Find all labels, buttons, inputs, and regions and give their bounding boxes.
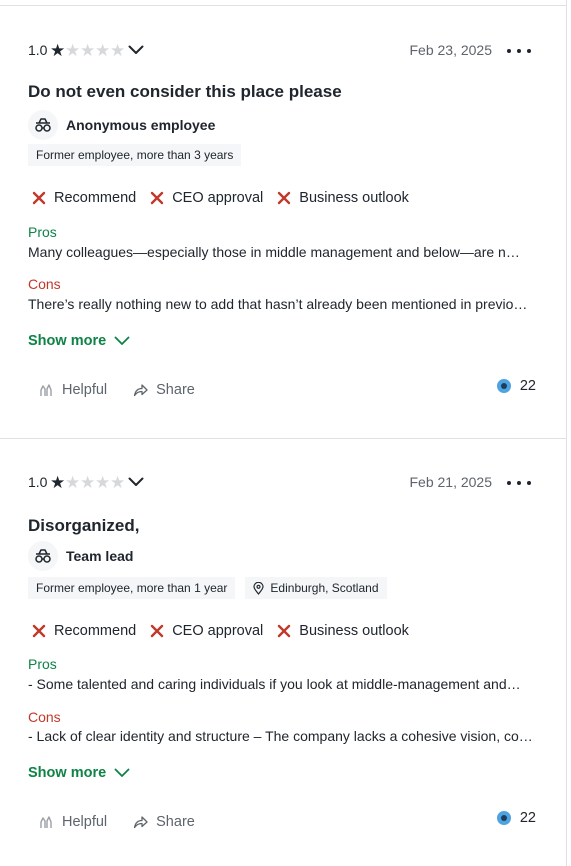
review-title[interactable]: Disorganized, <box>28 516 139 536</box>
cons-text: - Lack of clear identity and structure –… <box>28 728 534 744</box>
reaction-count[interactable]: 22 <box>496 810 536 826</box>
chevron-down-icon[interactable] <box>128 477 144 487</box>
ceo-approval-label: CEO approval <box>172 190 264 206</box>
employment-status-tag: Former employee, more than 3 years <box>28 144 242 166</box>
star-icon: ★ <box>95 472 111 492</box>
helpful-label: Helpful <box>62 382 108 398</box>
helpful-hands-icon <box>40 384 52 396</box>
sub-ratings: Recommend CEO approval Business outlook <box>32 621 423 641</box>
recommend-label: Recommend <box>54 190 137 206</box>
business-outlook-label: Business outlook <box>299 190 409 206</box>
reaction-count-value: 22 <box>519 378 536 394</box>
helpful-hands-icon <box>40 816 52 828</box>
employee-avatar-icon <box>28 110 58 140</box>
ceo-approval-label: CEO approval <box>172 623 264 639</box>
cons-heading: Cons <box>28 709 61 725</box>
ceo-approval-rating: CEO approval <box>150 623 263 639</box>
business-outlook-label: Business outlook <box>299 623 409 639</box>
share-icon <box>133 816 148 829</box>
rating-row[interactable]: 1.0 ★ ★ ★ ★ ★ <box>28 472 144 492</box>
star-icon: ★ <box>110 40 126 60</box>
employment-status-tag: Former employee, more than 1 year <box>28 577 236 599</box>
review-date: Feb 21, 2025 <box>409 474 492 490</box>
x-mark-icon <box>32 624 46 638</box>
author-row: Anonymous employee <box>28 110 215 140</box>
star-icon: ★ <box>80 472 96 492</box>
star-rating: ★ ★ ★ ★ ★ <box>50 42 125 59</box>
star-icon: ★ <box>80 40 96 60</box>
chevron-down-icon <box>114 768 130 777</box>
helpful-button[interactable]: Helpful <box>38 382 107 398</box>
review-card: 1.0 ★ ★ ★ ★ ★ Feb 21, 2025 Disorganized,… <box>0 438 567 866</box>
star-rating: ★ ★ ★ ★ ★ <box>50 474 125 491</box>
cons-heading: Cons <box>28 276 61 292</box>
reaction-count[interactable]: 22 <box>496 378 536 394</box>
share-label: Share <box>156 382 195 398</box>
reviews-panel: 1.0 ★ ★ ★ ★ ★ Feb 23, 2025 Do not even c… <box>0 0 567 866</box>
review-card: 1.0 ★ ★ ★ ★ ★ Feb 23, 2025 Do not even c… <box>0 6 567 438</box>
star-icon: ★ <box>65 40 81 60</box>
rating-number: 1.0 <box>28 42 48 58</box>
helpful-button[interactable]: Helpful <box>38 814 107 830</box>
recommend-label: Recommend <box>54 623 137 639</box>
show-more-label: Show more <box>28 333 107 349</box>
x-mark-icon <box>151 191 164 205</box>
ceo-approval-rating: CEO approval <box>150 190 263 206</box>
show-more-label: Show more <box>28 765 107 781</box>
review-actions: Helpful Share <box>38 380 221 400</box>
employee-avatar-icon <box>28 541 58 571</box>
review-title[interactable]: Do not even consider this place please <box>28 82 342 102</box>
reaction-count-value: 22 <box>519 810 536 826</box>
author-title: Team lead <box>66 548 134 564</box>
rating-row[interactable]: 1.0 ★ ★ ★ ★ ★ <box>28 40 144 60</box>
pros-text: - Some talented and caring individuals i… <box>28 676 521 692</box>
location-label: Edinburgh, Scotland <box>270 581 379 595</box>
star-icon: ★ <box>50 472 66 492</box>
more-options-button[interactable] <box>507 475 531 491</box>
sub-ratings: Recommend CEO approval Business outlook <box>32 188 423 208</box>
author-title: Anonymous employee <box>66 117 216 133</box>
pros-heading: Pros <box>28 656 57 672</box>
recommend-rating: Recommend <box>32 190 136 206</box>
x-mark-icon <box>278 191 291 205</box>
star-icon: ★ <box>65 472 81 492</box>
x-mark-icon <box>151 624 164 638</box>
location-tag: Edinburgh, Scotland <box>245 577 387 599</box>
star-icon: ★ <box>50 40 66 60</box>
star-icon: ★ <box>110 472 126 492</box>
chevron-down-icon[interactable] <box>128 45 144 55</box>
employment-tags: Former employee, more than 3 years <box>28 144 251 166</box>
helpful-label: Helpful <box>62 814 108 830</box>
author-row: Team lead <box>28 541 133 571</box>
x-mark-icon <box>278 624 291 638</box>
more-options-button[interactable] <box>507 43 531 59</box>
chevron-down-icon <box>114 336 130 345</box>
review-date: Feb 23, 2025 <box>409 42 492 58</box>
star-icon: ★ <box>95 40 111 60</box>
location-pin-icon <box>253 581 265 595</box>
pros-heading: Pros <box>28 224 57 240</box>
employment-tags: Former employee, more than 1 year Edinbu… <box>28 577 397 599</box>
business-outlook-rating: Business outlook <box>277 623 409 639</box>
recommend-rating: Recommend <box>32 623 136 639</box>
rating-number: 1.0 <box>28 474 48 490</box>
x-mark-icon <box>32 191 46 205</box>
reaction-icon <box>496 811 511 825</box>
review-actions: Helpful Share <box>38 812 221 832</box>
cons-text: There’s really nothing new to add that h… <box>28 296 534 312</box>
share-button[interactable]: Share <box>133 814 195 830</box>
show-more-button[interactable]: Show more <box>28 333 130 349</box>
business-outlook-rating: Business outlook <box>277 190 409 206</box>
reaction-icon <box>496 379 511 393</box>
share-icon <box>133 384 148 397</box>
show-more-button[interactable]: Show more <box>28 765 130 781</box>
share-label: Share <box>156 814 195 830</box>
pros-text: Many colleagues—especially those in midd… <box>28 244 526 260</box>
share-button[interactable]: Share <box>133 382 195 398</box>
